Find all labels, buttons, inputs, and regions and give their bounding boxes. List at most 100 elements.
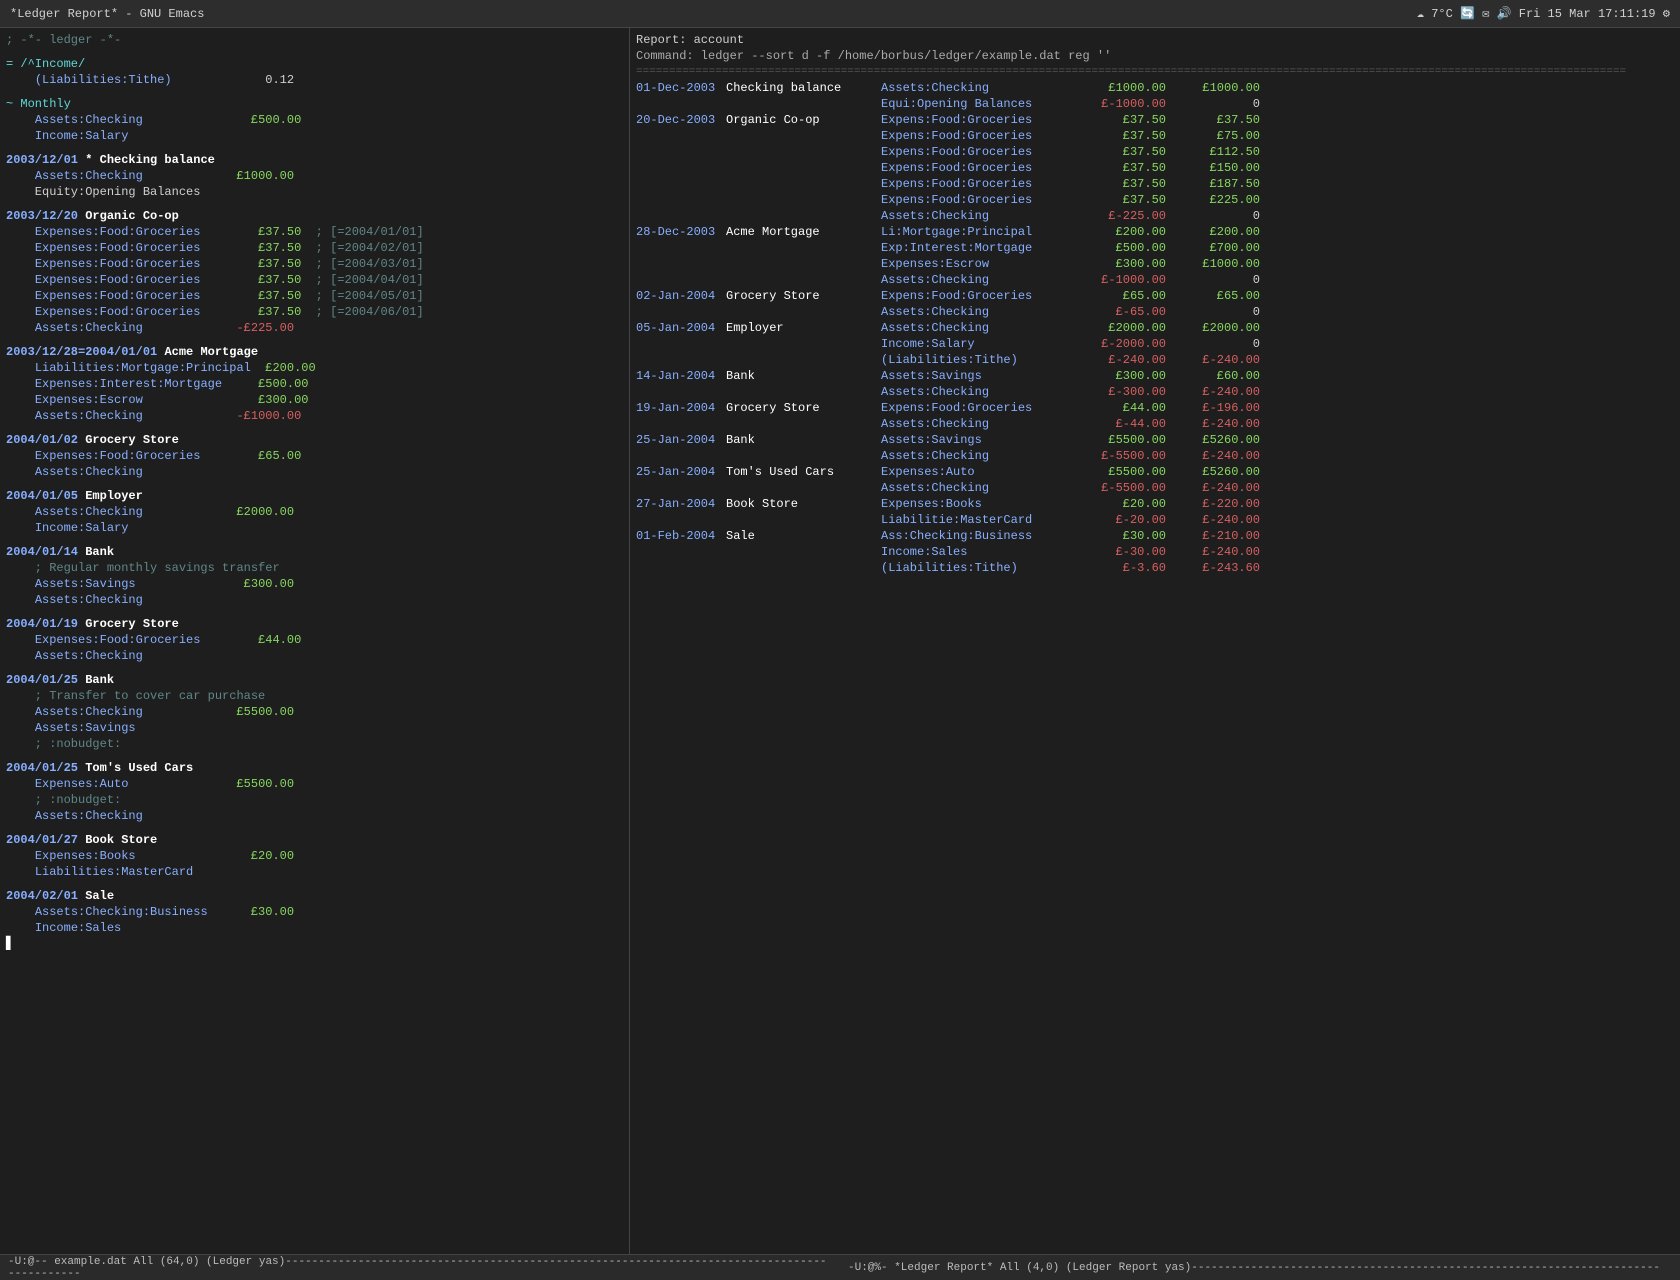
report-row-8: Assets:Checking£-225.000 [636, 208, 1674, 224]
status-bar: -U:@-- example.dat All (64,0) (Ledger ya… [0, 1254, 1680, 1280]
left-line-27 [6, 424, 623, 432]
left-line-62: Income:Sales [6, 920, 623, 936]
left-line-28: 2004/01/02 Grocery Store [6, 432, 623, 448]
report-row-1: Equi:Opening Balances£-1000.000 [636, 96, 1674, 112]
report-row-30: (Liabilities:Tithe)£-3.60£-243.60 [636, 560, 1674, 576]
left-line-21 [6, 336, 623, 344]
left-line-46: ; Transfer to cover car purchase [6, 688, 623, 704]
left-line-11: Equity:Opening Balances [6, 184, 623, 200]
report-row-11: Expenses:Escrow£300.00£1000.00 [636, 256, 1674, 272]
report-row-23: Assets:Checking£-5500.00£-240.00 [636, 448, 1674, 464]
report-row-6: Expens:Food:Groceries£37.50£187.50 [636, 176, 1674, 192]
report-header1: Report: account [636, 32, 1674, 48]
left-line-36: 2004/01/14 Bank [6, 544, 623, 560]
report-row-24: 25-Jan-2004Tom's Used CarsExpenses:Auto£… [636, 464, 1674, 480]
left-line-34: Income:Salary [6, 520, 623, 536]
left-line-39: Assets:Checking [6, 592, 623, 608]
left-line-54: Assets:Checking [6, 808, 623, 824]
left-line-3: (Liabilities:Tithe) 0.12 [6, 72, 623, 88]
report-row-29: Income:Sales£-30.00£-240.00 [636, 544, 1674, 560]
left-line-48: Assets:Savings [6, 720, 623, 736]
report-row-22: 25-Jan-2004BankAssets:Savings£5500.00£52… [636, 432, 1674, 448]
left-line-5: ~ Monthly [6, 96, 623, 112]
left-line-37: ; Regular monthly savings transfer [6, 560, 623, 576]
status-right: -U:@%- *Ledger Report* All (4,0) (Ledger… [840, 1262, 1680, 1274]
left-line-10: Assets:Checking £1000.00 [6, 168, 623, 184]
left-line-35 [6, 536, 623, 544]
left-line-19: Expenses:Food:Groceries £37.50 ; [=2004/… [6, 304, 623, 320]
left-line-7: Income:Salary [6, 128, 623, 144]
report-row-12: Assets:Checking£-1000.000 [636, 272, 1674, 288]
report-row-9: 28-Dec-2003Acme MortgageLi:Mortgage:Prin… [636, 224, 1674, 240]
left-line-57: Expenses:Books £20.00 [6, 848, 623, 864]
left-line-2: = /^Income/ [6, 56, 623, 72]
left-line-22: 2003/12/28=2004/01/01 Acme Mortgage [6, 344, 623, 360]
left-line-38: Assets:Savings £300.00 [6, 576, 623, 592]
left-line-12 [6, 200, 623, 208]
left-line-20: Assets:Checking -£225.00 [6, 320, 623, 336]
left-line-9: 2003/12/01 * Checking balance [6, 152, 623, 168]
left-line-56: 2004/01/27 Book Store [6, 832, 623, 848]
left-line-1 [6, 48, 623, 56]
left-line-44 [6, 664, 623, 672]
system-info: ☁ 7°C 🔄 ✉ 🔊 Fri 15 Mar 17:11:19 ⚙ [1417, 6, 1670, 21]
left-line-41: 2004/01/19 Grocery Store [6, 616, 623, 632]
report-row-16: Income:Salary£-2000.000 [636, 336, 1674, 352]
left-line-63: ▋ [6, 936, 623, 952]
report-row-20: 19-Jan-2004Grocery StoreExpens:Food:Groc… [636, 400, 1674, 416]
status-left: -U:@-- example.dat All (64,0) (Ledger ya… [0, 1256, 840, 1280]
left-line-16: Expenses:Food:Groceries £37.50 ; [=2004/… [6, 256, 623, 272]
report-row-14: Assets:Checking£-65.000 [636, 304, 1674, 320]
left-line-0: ; -*- ledger -*- [6, 32, 623, 48]
left-line-33: Assets:Checking £2000.00 [6, 504, 623, 520]
left-line-40 [6, 608, 623, 616]
left-line-60: 2004/02/01 Sale [6, 888, 623, 904]
left-line-55 [6, 824, 623, 832]
left-line-4 [6, 88, 623, 96]
left-line-31 [6, 480, 623, 488]
report-row-18: 14-Jan-2004BankAssets:Savings£300.00£60.… [636, 368, 1674, 384]
left-content: ; -*- ledger -*- = /^Income/ (Liabilitie… [6, 32, 623, 952]
report-row-2: 20-Dec-2003Organic Co-opExpens:Food:Groc… [636, 112, 1674, 128]
left-line-25: Expenses:Escrow £300.00 [6, 392, 623, 408]
left-line-18: Expenses:Food:Groceries £37.50 ; [=2004/… [6, 288, 623, 304]
left-line-26: Assets:Checking -£1000.00 [6, 408, 623, 424]
report-separator: ========================================… [636, 64, 1674, 80]
left-line-30: Assets:Checking [6, 464, 623, 480]
left-line-53: ; :nobudget: [6, 792, 623, 808]
report-row-10: Exp:Interest:Mortgage£500.00£700.00 [636, 240, 1674, 256]
window-title: *Ledger Report* - GNU Emacs [10, 7, 204, 21]
report-row-4: Expens:Food:Groceries£37.50£112.50 [636, 144, 1674, 160]
report-row-21: Assets:Checking£-44.00£-240.00 [636, 416, 1674, 432]
report-row-13: 02-Jan-2004Grocery StoreExpens:Food:Groc… [636, 288, 1674, 304]
left-line-52: Expenses:Auto £5500.00 [6, 776, 623, 792]
left-line-24: Expenses:Interest:Mortgage £500.00 [6, 376, 623, 392]
left-line-15: Expenses:Food:Groceries £37.50 ; [=2004/… [6, 240, 623, 256]
report-row-25: Assets:Checking£-5500.00£-240.00 [636, 480, 1674, 496]
left-line-23: Liabilities:Mortgage:Principal £200.00 [6, 360, 623, 376]
left-line-61: Assets:Checking:Business £30.00 [6, 904, 623, 920]
main-container: ; -*- ledger -*- = /^Income/ (Liabilitie… [0, 28, 1680, 1254]
report-row-3: Expens:Food:Groceries£37.50£75.00 [636, 128, 1674, 144]
left-line-8 [6, 144, 623, 152]
report-row-27: Liabilitie:MasterCard£-20.00£-240.00 [636, 512, 1674, 528]
title-bar: *Ledger Report* - GNU Emacs ☁ 7°C 🔄 ✉ 🔊 … [0, 0, 1680, 28]
left-line-58: Liabilities:MasterCard [6, 864, 623, 880]
report-row-26: 27-Jan-2004Book StoreExpenses:Books£20.0… [636, 496, 1674, 512]
left-line-59 [6, 880, 623, 888]
report-row-15: 05-Jan-2004EmployerAssets:Checking£2000.… [636, 320, 1674, 336]
left-line-32: 2004/01/05 Employer [6, 488, 623, 504]
left-line-47: Assets:Checking £5500.00 [6, 704, 623, 720]
right-pane[interactable]: Report: accountCommand: ledger --sort d … [630, 28, 1680, 1254]
left-line-13: 2003/12/20 Organic Co-op [6, 208, 623, 224]
left-line-45: 2004/01/25 Bank [6, 672, 623, 688]
report-row-5: Expens:Food:Groceries£37.50£150.00 [636, 160, 1674, 176]
left-line-51: 2004/01/25 Tom's Used Cars [6, 760, 623, 776]
report-row-7: Expens:Food:Groceries£37.50£225.00 [636, 192, 1674, 208]
left-line-49: ; :nobudget: [6, 736, 623, 752]
report-row-19: Assets:Checking£-300.00£-240.00 [636, 384, 1674, 400]
left-line-14: Expenses:Food:Groceries £37.50 ; [=2004/… [6, 224, 623, 240]
report-header2: Command: ledger --sort d -f /home/borbus… [636, 48, 1674, 64]
report-row-0: 01-Dec-2003Checking balanceAssets:Checki… [636, 80, 1674, 96]
left-pane[interactable]: ; -*- ledger -*- = /^Income/ (Liabilitie… [0, 28, 630, 1254]
